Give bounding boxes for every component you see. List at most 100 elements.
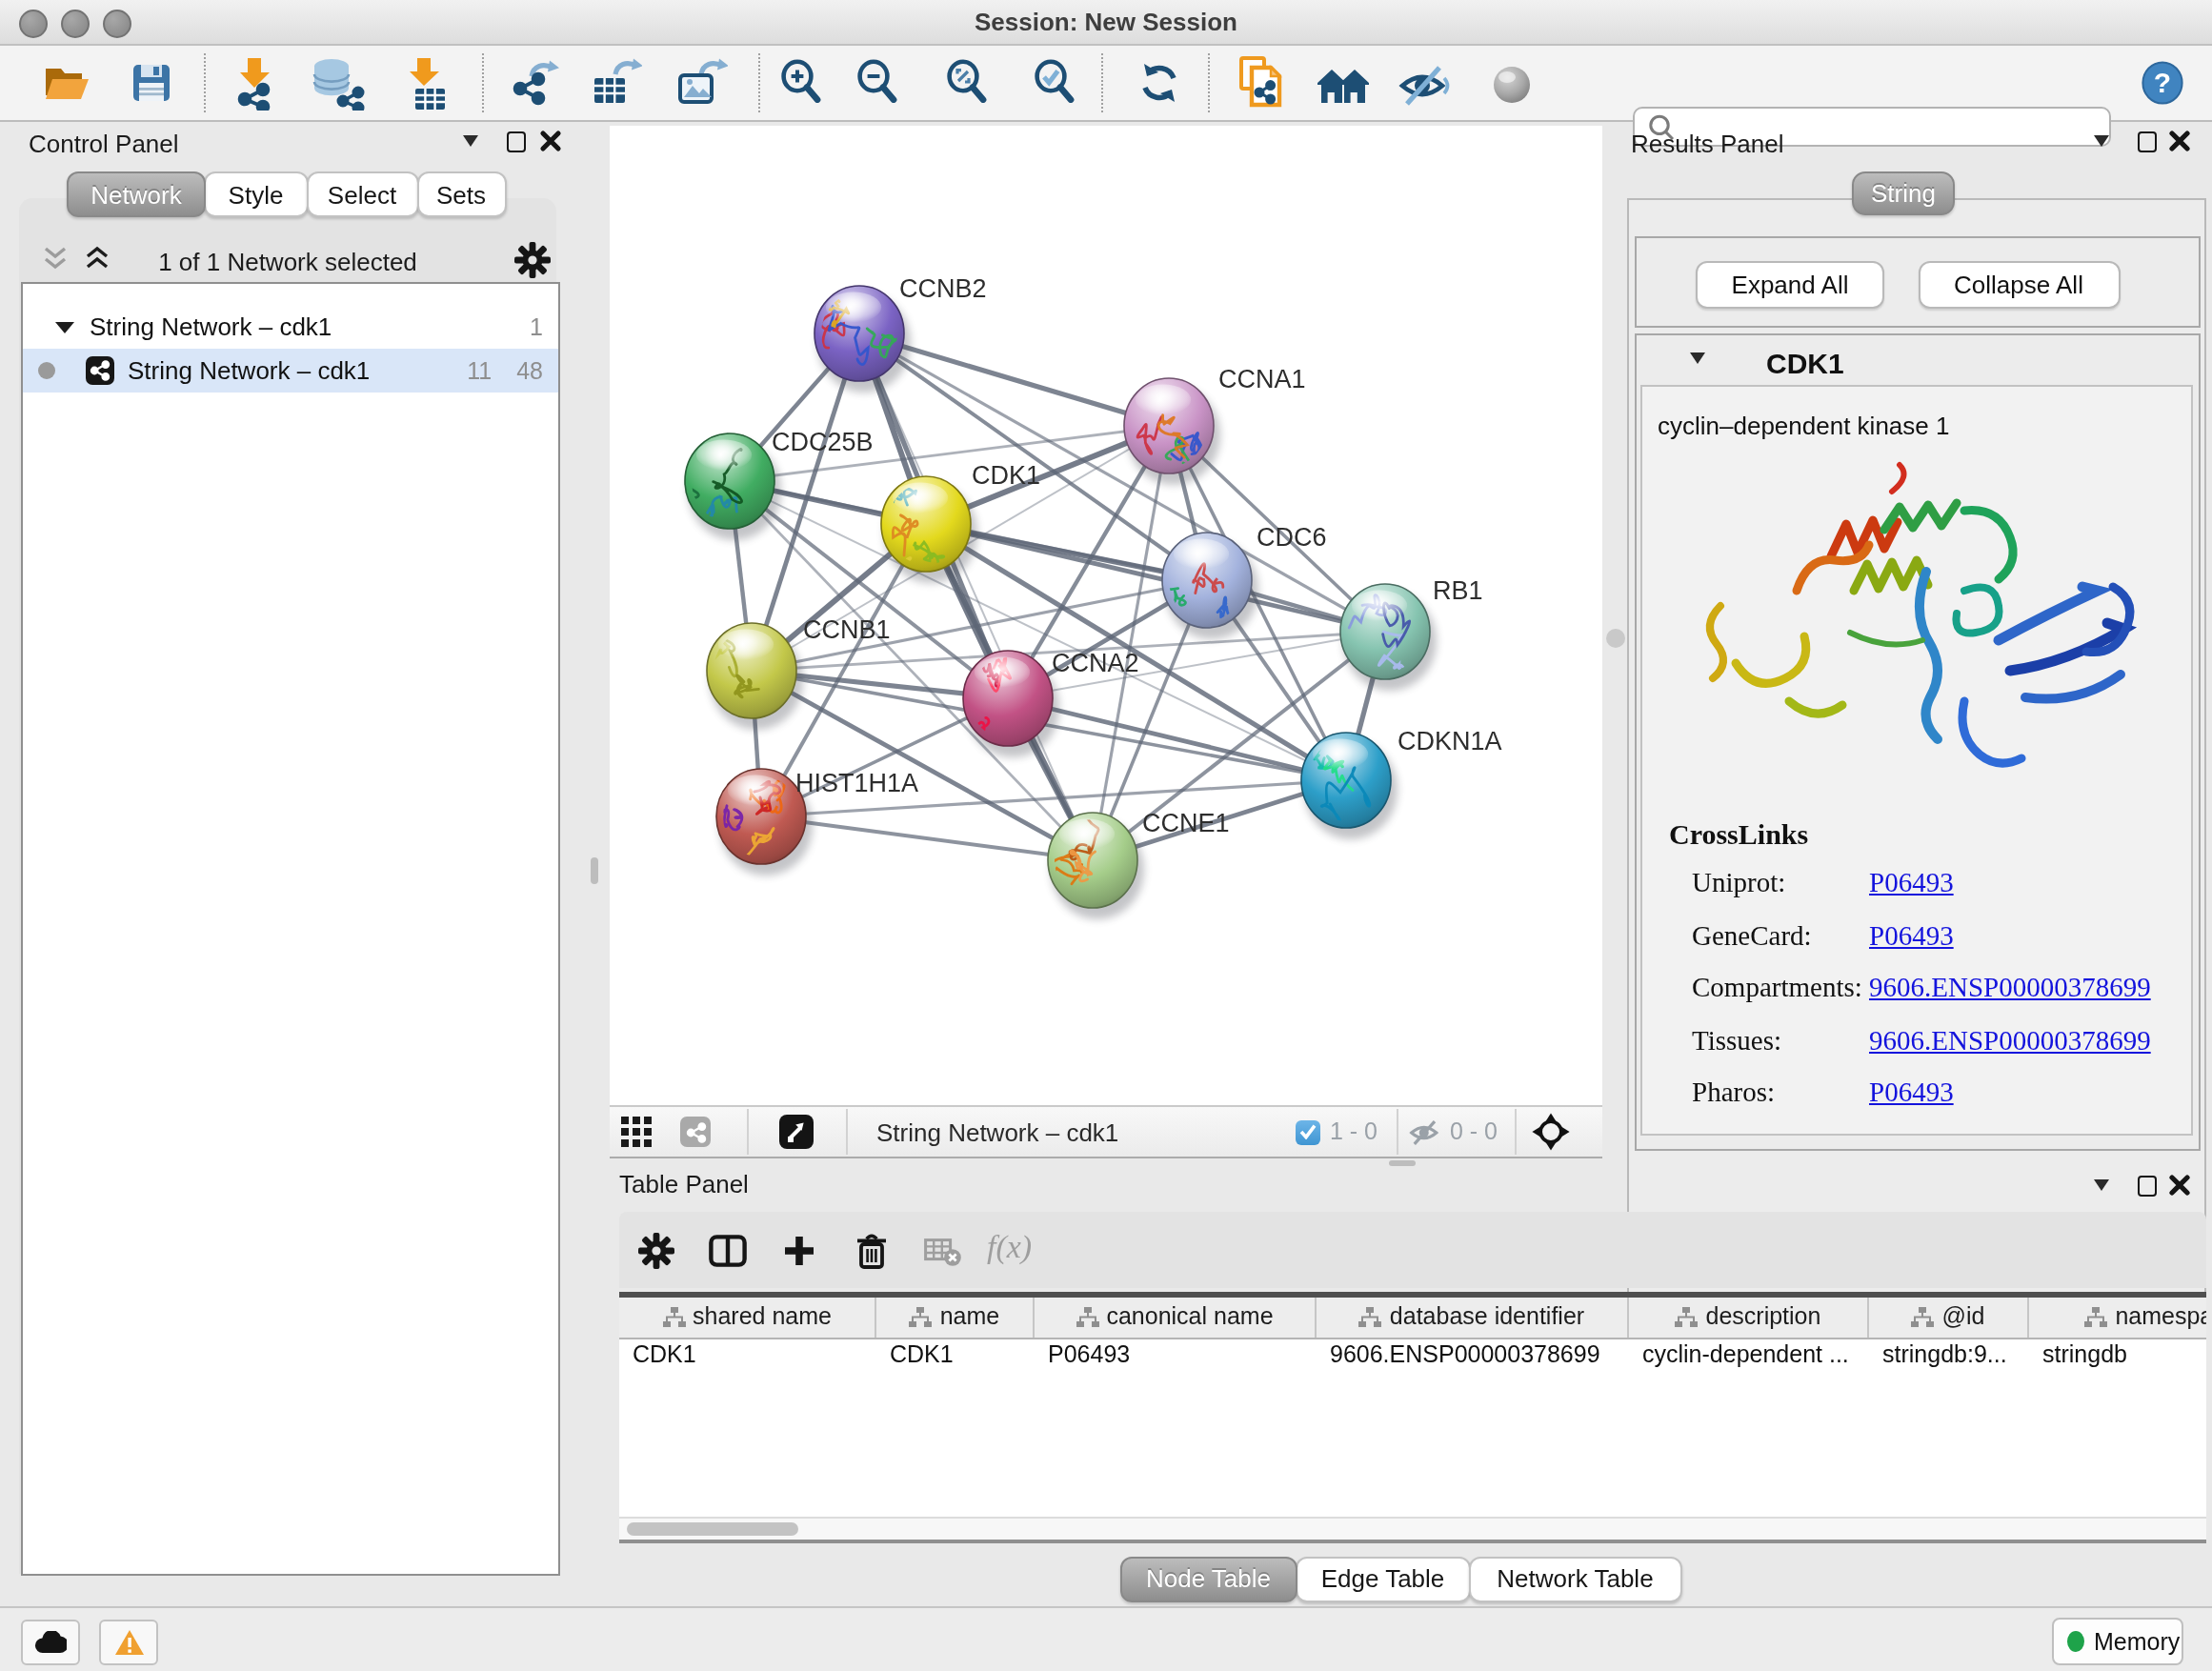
crosslink-link[interactable]: P06493 [1869,919,1954,952]
network-node-CCNB2[interactable]: CCNB2 [814,274,987,393]
import-network-file-icon[interactable] [231,57,278,111]
table-cell: cyclin-dependent ... [1629,1339,1869,1371]
import-network-database-icon[interactable] [312,57,366,111]
birdseye-view-icon[interactable] [779,1115,814,1149]
right-splitter-handle[interactable] [1606,629,1625,648]
control-panel-title: Control Panel [29,130,179,158]
control-panel-maximize-icon[interactable] [507,131,526,152]
table-cell: CDK1 [876,1339,1035,1371]
network-node-RB1[interactable]: RB1 [1340,576,1483,691]
tab-style[interactable]: Style [204,171,308,217]
zoom-fit-icon[interactable] [945,59,987,103]
home-networks-icon[interactable] [1317,65,1370,105]
crosslink-link[interactable]: P06493 [1869,867,1954,899]
clone-network-icon[interactable] [1237,55,1284,109]
crosslink-row: Uniprot:P06493 [1692,867,2187,919]
memory-button[interactable]: Memory [2052,1618,2183,1665]
network-canvas[interactable]: CCNB2CCNA1CDC25BCDK1CDC6RB1CCNB1CCNA2CDK… [610,126,1602,1105]
zoom-selected-icon[interactable] [1033,59,1075,103]
gene-card-expander-icon[interactable] [1690,352,1705,364]
tab-node-table[interactable]: Node Table [1120,1556,1297,1601]
results-panel-maximize-icon[interactable] [2138,131,2157,152]
node-label: CCNA1 [1218,365,1306,393]
table-panel-maximize-icon[interactable] [2138,1176,2157,1197]
toolbar-separator [1101,53,1103,112]
network-status-dot [38,362,55,379]
warning-icon [113,1629,144,1656]
collection-expander-icon[interactable] [55,321,74,332]
crosslinks-title: CrossLinks [1669,819,1808,852]
crosslink-label: Tissues: [1692,1024,1869,1057]
results-panel-close-icon[interactable] [2168,130,2191,152]
control-panel-float-icon[interactable] [463,135,478,147]
table-cell: stringdb [2029,1339,2206,1371]
collapse-all-button[interactable]: Collapse All [1918,261,2120,308]
export-network-icon[interactable] [509,59,560,111]
expand-all-button[interactable]: Expand All [1696,261,1884,308]
refresh-icon[interactable] [1137,61,1181,105]
table-panel-close-icon[interactable] [2168,1174,2191,1197]
export-table-icon[interactable] [591,57,642,111]
column-header-database-identifier[interactable]: database identifier [1317,1297,1629,1337]
eye-icon[interactable] [1492,65,1532,105]
tab-sets[interactable]: Sets [416,171,506,217]
table-row[interactable]: CDK1CDK1P064939606.ENSP00000378699cyclin… [619,1339,2206,1371]
tab-string[interactable]: String [1852,171,1955,215]
collapse-all-networks-icon[interactable] [42,246,69,271]
export-image-icon[interactable] [676,57,728,111]
crosslink-link[interactable]: P06493 [1869,1077,1954,1109]
expand-all-networks-icon[interactable] [84,246,111,271]
column-header-canonical-name[interactable]: canonical name [1035,1297,1317,1337]
network-options-gear-icon[interactable] [514,242,551,278]
left-splitter-handle[interactable] [591,857,597,884]
network-node-CDC25B[interactable]: CDC25B [676,428,874,540]
tab-network-table[interactable]: Network Table [1469,1556,1681,1601]
column-header-description[interactable]: description [1629,1297,1869,1337]
results-panel-float-icon[interactable] [2094,135,2109,147]
table-settings-gear-icon[interactable] [638,1233,674,1269]
crosslink-link[interactable]: 9606.ENSP00000378699 [1869,972,2151,1004]
selected-counts: 1 - 0 [1330,1118,1377,1145]
zoom-in-icon[interactable] [779,59,821,103]
grid-view-icon[interactable] [621,1117,652,1147]
network-node-CCNA2[interactable]: CCNA2 [957,643,1139,757]
horizontal-scrollbar[interactable] [619,1517,2206,1540]
hide-panel-eye-icon[interactable] [1398,63,1450,109]
cloud-status-button[interactable] [21,1620,80,1665]
column-header-name[interactable]: name [876,1297,1035,1337]
import-table-file-icon[interactable] [402,57,448,111]
toolbar-separator [846,1109,848,1155]
toolbar-separator [758,53,760,112]
delete-column-trash-icon[interactable] [855,1233,888,1269]
network-node-CCNA1[interactable]: CCNA1 [1124,365,1306,485]
table-panel-float-icon[interactable] [2094,1179,2109,1191]
horizontal-splitter-handle[interactable] [1389,1159,1416,1166]
tab-network[interactable]: Network [67,171,206,217]
open-session-icon[interactable] [42,63,91,105]
node-label: CCNB1 [803,615,891,644]
zoom-out-icon[interactable] [855,59,897,103]
column-header--id[interactable]: @id [1869,1297,2029,1337]
warning-status-button[interactable] [99,1620,158,1665]
selected-checkbox-icon[interactable] [1296,1119,1320,1144]
help-icon[interactable]: ? [2142,61,2183,105]
control-panel-close-icon[interactable] [539,130,562,152]
add-column-icon[interactable] [783,1235,815,1267]
column-header-namespace[interactable]: namespace [2029,1297,2206,1337]
table-cell: CDK1 [619,1339,876,1371]
network-view-icon[interactable] [680,1117,711,1147]
network-type-icon [86,356,114,385]
network-collection-row[interactable]: String Network – cdk1 1 [23,305,558,349]
crosslink-link[interactable]: 9606.ENSP00000378699 [1869,1024,2151,1057]
tab-edge-table[interactable]: Edge Table [1295,1556,1471,1601]
network-node-CDC6[interactable]: CDC6 [1155,523,1327,639]
network-node-CDKN1A[interactable]: CDKN1A [1301,727,1502,839]
scrollbar-thumb[interactable] [627,1522,798,1536]
tab-select[interactable]: Select [306,171,418,217]
save-session-icon[interactable] [131,63,171,103]
show-columns-icon[interactable] [709,1235,747,1267]
protein-structure-image [1679,457,2178,817]
network-row-selected[interactable]: String Network – cdk1 11 48 [23,349,558,393]
column-header-shared-name[interactable]: shared name [619,1297,876,1337]
fit-selected-crosshair-icon[interactable] [1532,1113,1570,1151]
